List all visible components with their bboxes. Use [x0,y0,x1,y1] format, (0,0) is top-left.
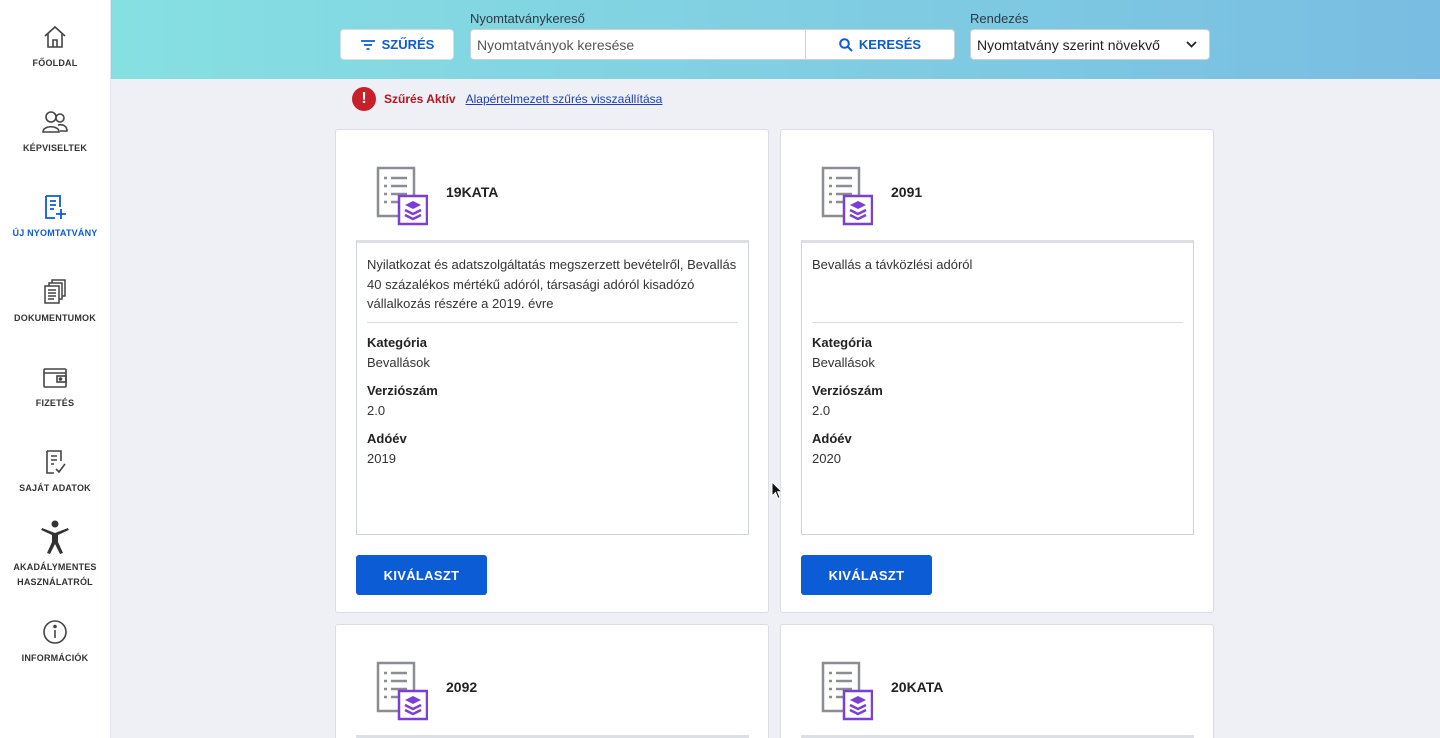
sidebar-item-accessibility[interactable]: AKADÁLYMENTES HASZNÁLATRÓL [0,520,110,590]
select-button[interactable]: KIVÁLASZT [801,555,932,595]
sidebar: FŐOLDAL KÉPVISELTEK ÚJ NYOMTATVÁNY DOKUM… [0,0,111,738]
form-card: 2092 [335,624,769,738]
documents-icon [44,279,66,304]
sort-label: Rendezés [970,11,1029,26]
reset-filter-link[interactable]: Alapértelmezett szűrés visszaállítása [466,92,663,106]
form-card: 2091 Bevallás a távközlési adóról Kategó… [780,129,1214,613]
sidebar-item-documents[interactable]: DOKUMENTUMOK [0,279,110,326]
form-details: Bevallás a távközlési adóról Kategória B… [801,240,1194,535]
form-document-icon [821,661,873,721]
alert-icon: ! [352,87,376,111]
version-label: Verziószám [812,383,883,398]
profile-data-icon [46,450,66,474]
form-document-icon [376,166,428,226]
search-button[interactable]: KERESÉS [805,29,955,60]
filter-status: ! Szűrés Aktív Alapértelmezett szűrés vi… [352,87,662,111]
search-button-label: KERESÉS [858,37,922,52]
tax-year-value: 2020 [812,450,841,466]
sidebar-item-new-form[interactable]: ÚJ NYOMTATVÁNY [0,194,110,241]
users-icon [42,111,68,133]
sidebar-item-home[interactable]: FŐOLDAL [0,24,110,71]
form-card: 19KATA Nyilatkozat és adatszolgáltatás m… [335,129,769,613]
divider [367,322,738,323]
header: SZŰRÉS Nyomtatványkereső KERESÉS Rendezé… [110,0,1440,79]
accessibility-icon [41,520,69,554]
sidebar-item-label: DOKUMENTUMOK [14,313,96,323]
new-form-icon [45,195,66,219]
filter-icon [360,39,375,50]
chevron-down-icon [1186,41,1197,48]
form-title: 2092 [446,679,478,695]
form-title: 19KATA [446,184,499,200]
filter-button-label: SZŰRÉS [381,37,435,52]
form-description: Nyilatkozat és adatszolgáltatás megszerz… [367,257,737,311]
sort-select[interactable]: Nyomtatvány szerint növekvő [970,29,1210,60]
search-input[interactable] [470,29,806,60]
mouse-cursor-icon [771,481,783,500]
tax-year-value: 2019 [367,450,396,466]
sidebar-item-payment[interactable]: FIZETÉS [0,364,110,411]
sidebar-item-own-data[interactable]: SAJÁT ADATOK [0,449,110,496]
select-button[interactable]: KIVÁLASZT [356,555,487,595]
form-description: Bevallás a távközlési adóról [812,257,973,272]
search-label: Nyomtatványkereső [470,11,585,26]
info-icon [43,620,67,644]
sidebar-item-label: FIZETÉS [35,398,75,408]
category-value: Bevallások [812,354,875,370]
version-value: 2.0 [812,402,831,418]
sidebar-item-label: INFORMÁCIÓK [21,653,89,663]
category-value: Bevallások [367,354,430,370]
sidebar-item-information[interactable]: INFORMÁCIÓK [0,619,110,666]
tax-year-label: Adóév [367,431,407,446]
tax-year-label: Adóév [812,431,852,446]
form-document-icon [376,661,428,721]
form-title: 2091 [891,184,923,200]
search-icon [839,37,853,52]
form-title: 20KATA [891,679,944,695]
version-value: 2.0 [367,402,386,418]
sidebar-item-label: FŐOLDAL [32,58,78,68]
sort-select-value: Nyomtatvány szerint növekvő [977,36,1160,53]
sidebar-item-label: ÚJ NYOMTATVÁNY [12,228,98,238]
form-details: Nyilatkozat és adatszolgáltatás megszerz… [356,240,749,535]
form-document-icon [821,166,873,226]
sidebar-item-representatives[interactable]: KÉPVISELTEK [0,109,110,156]
filter-button[interactable]: SZŰRÉS [340,29,454,60]
sidebar-item-label: KÉPVISELTEK [22,143,88,153]
form-card: 20KATA [780,624,1214,738]
wallet-icon [43,368,67,388]
category-label: Kategória [812,335,872,350]
sidebar-item-label: SAJÁT ADATOK [19,483,91,493]
sidebar-item-label: AKADÁLYMENTES HASZNÁLATRÓL [13,562,97,587]
version-label: Verziószám [367,383,438,398]
home-icon [44,25,66,48]
category-label: Kategória [367,335,427,350]
divider [812,322,1183,323]
filter-active-text: Szűrés Aktív [384,92,456,106]
